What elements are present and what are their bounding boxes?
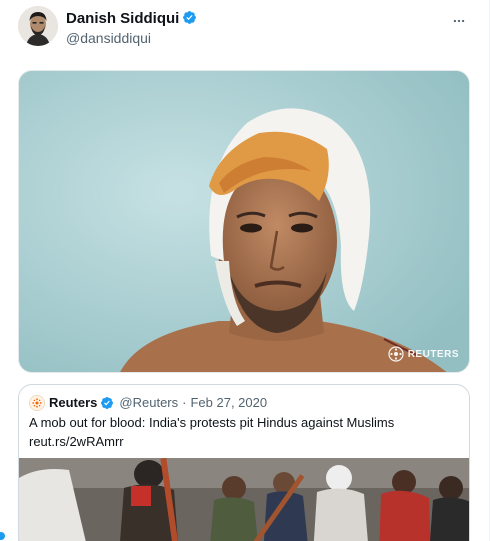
watermark-text: REUTERS (407, 348, 459, 360)
tweet-photo[interactable]: REUTERS (18, 70, 470, 373)
author-name[interactable]: Danish Siddiqui (66, 10, 179, 27)
verified-badge-icon (100, 396, 115, 411)
date-separator: · (182, 395, 187, 410)
reuters-logo-icon (388, 346, 404, 362)
quoted-tweet-body: A mob out for blood: India's protests pi… (29, 415, 395, 430)
quoted-tweet-photo[interactable] (19, 458, 469, 541)
reuters-watermark: REUTERS (388, 346, 459, 362)
protest-crowd-photo (19, 458, 469, 541)
quoted-tweet-date[interactable]: Feb 27, 2020 (190, 394, 267, 412)
tweet[interactable]: Danish Siddiqui @dansiddiqui REUTERS Reu… (0, 0, 490, 541)
reuters-avatar-icon[interactable] (29, 395, 45, 411)
avatar[interactable] (18, 6, 58, 46)
author-handle[interactable]: @dansiddiqui (66, 29, 151, 47)
quoted-tweet-header: Reuters @Reuters · Feb 27, 2020 (29, 394, 267, 412)
verified-badge-icon (182, 10, 197, 25)
quoted-tweet-text: A mob out for blood: India's protests pi… (29, 413, 459, 451)
more-options-icon[interactable] (446, 8, 472, 34)
quoted-tweet-link[interactable]: reut.rs/2wRAmrr (29, 432, 459, 451)
injured-man-photo (19, 71, 469, 372)
quoted-tweet[interactable]: Reuters @Reuters · Feb 27, 2020 A mob ou… (18, 384, 470, 541)
tweet-header: Danish Siddiqui @dansiddiqui (18, 6, 478, 50)
scroll-indicator-dot (0, 532, 5, 540)
author-name-row[interactable]: Danish Siddiqui (66, 10, 197, 28)
quoted-author-handle[interactable]: @Reuters (119, 394, 178, 412)
quoted-author-name[interactable]: Reuters (49, 394, 97, 412)
